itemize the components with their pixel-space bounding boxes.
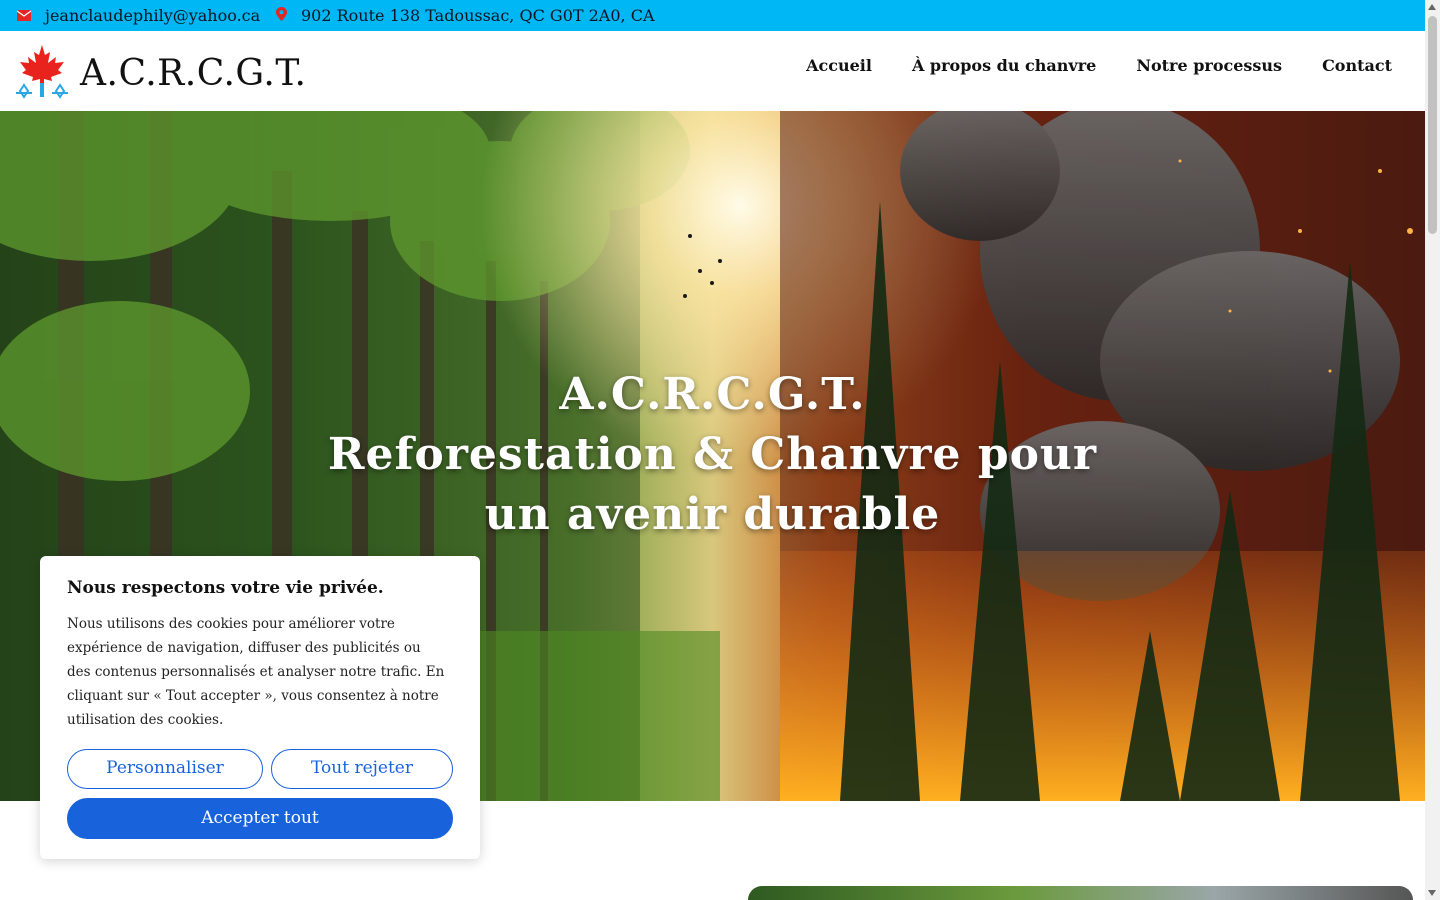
reject-all-button[interactable]: Tout rejeter: [271, 749, 453, 789]
main-nav: Accueil À propos du chanvre Notre proces…: [806, 56, 1392, 75]
scroll-up-arrow-icon[interactable]: [1428, 4, 1436, 10]
hero-line-3: un avenir durable: [484, 489, 941, 540]
scroll-down-arrow-icon[interactable]: [1428, 890, 1436, 896]
cookie-consent-dialog: Nous respectons votre vie privée. Nous u…: [40, 556, 480, 859]
scrollbar-thumb[interactable]: [1428, 16, 1437, 234]
cookie-body: Nous utilisons des cookies pour améliore…: [67, 616, 445, 728]
contact-email[interactable]: jeanclaudephily@yahoo.ca: [16, 6, 261, 25]
nav-item-contact[interactable]: Contact: [1322, 56, 1392, 75]
email-text: jeanclaudephily@yahoo.ca: [45, 6, 261, 25]
page-scrollbar[interactable]: [1425, 0, 1440, 900]
page: jeanclaudephily@yahoo.ca 902 Route 138 T…: [0, 0, 1425, 900]
address-text: 902 Route 138 Tadoussac, QC G0T 2A0, CA: [301, 6, 655, 25]
customize-button[interactable]: Personnaliser: [67, 749, 263, 789]
hero-line-1: A.C.R.C.G.T.: [559, 369, 866, 420]
site-logo[interactable]: A.C.R.C.G.T.: [14, 43, 306, 103]
nav-item-a-propos[interactable]: À propos du chanvre: [912, 56, 1096, 75]
contact-address[interactable]: 902 Route 138 Tadoussac, QC G0T 2A0, CA: [276, 6, 655, 25]
cookie-title: Nous respectons votre vie privée.: [67, 578, 384, 598]
site-header: A.C.R.C.G.T. Accueil À propos du chanvre…: [0, 31, 1425, 111]
maple-leaf-logo-icon: [14, 43, 70, 103]
map-pin-icon: [276, 6, 287, 25]
nav-item-accueil[interactable]: Accueil: [806, 56, 872, 75]
envelope-icon: [16, 6, 32, 25]
hero-title: A.C.R.C.G.T. Reforestation & Chanvre pou…: [0, 365, 1425, 545]
section-image: [748, 886, 1413, 900]
top-contact-bar: jeanclaudephily@yahoo.ca 902 Route 138 T…: [0, 0, 1425, 31]
logo-text: A.C.R.C.G.T.: [80, 52, 307, 94]
hero-line-2: Reforestation & Chanvre pour: [327, 429, 1098, 480]
accept-all-button[interactable]: Accepter tout: [67, 798, 453, 839]
nav-item-processus[interactable]: Notre processus: [1136, 56, 1282, 75]
